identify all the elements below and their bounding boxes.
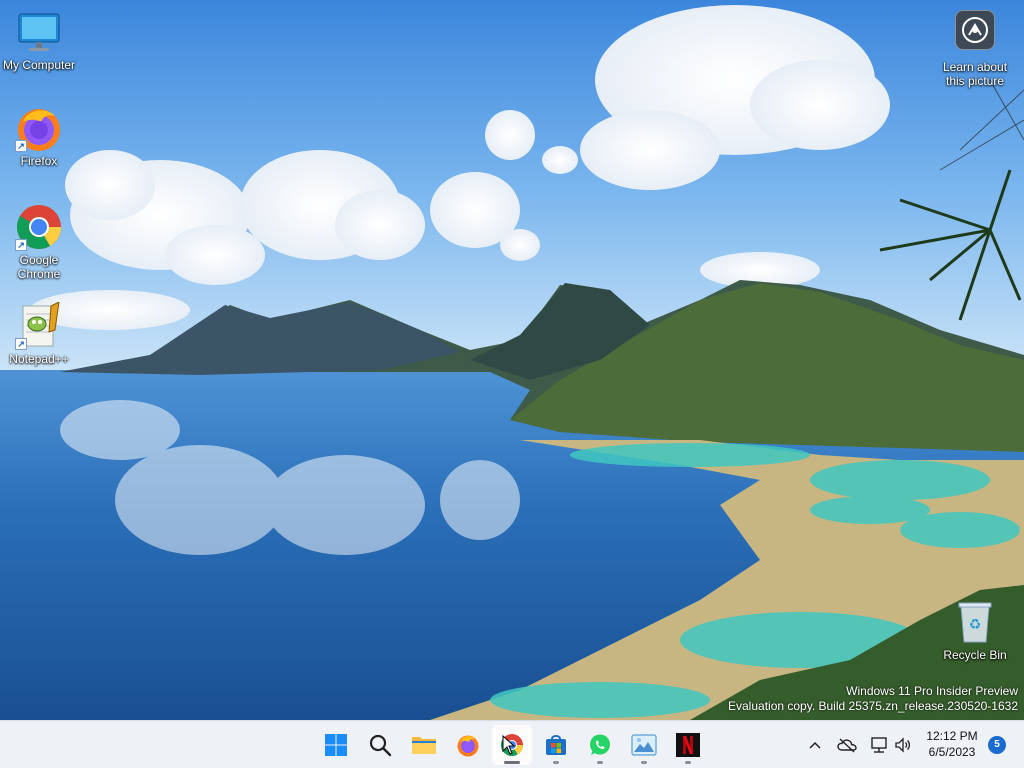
notepadpp-icon: ↗ <box>15 301 63 350</box>
watermark-line1: Windows 11 Pro Insider Preview <box>846 684 1018 698</box>
learn-about-label: Learn about this picture <box>942 60 1008 88</box>
taskbar-photos[interactable] <box>624 725 664 765</box>
cloud-off-icon <box>837 738 857 753</box>
running-indicator <box>504 761 520 764</box>
taskbar-whatsapp[interactable] <box>580 725 620 765</box>
shortcut-arrow-icon: ↗ <box>15 140 27 152</box>
camera-icon <box>955 10 995 50</box>
desktop-icon-label: Recycle Bin <box>943 648 1007 662</box>
network-icon <box>871 737 887 753</box>
desktop-icon-label: Firefox <box>20 154 58 168</box>
running-indicator <box>597 761 603 764</box>
monitor-icon <box>15 8 63 56</box>
chevron-up-icon <box>809 741 821 749</box>
watermark-line2: Evaluation copy. Build 25375.zn_release.… <box>728 699 1018 713</box>
desktop-icon-google-chrome[interactable]: ↗ Google Chrome <box>0 203 78 281</box>
network-tray-button[interactable] <box>868 733 890 757</box>
desktop-icon-label: Notepad++ <box>9 352 69 366</box>
firefox-icon <box>457 735 479 757</box>
chrome-icon: ↗ <box>15 203 63 251</box>
taskbar-start-button[interactable] <box>316 725 356 765</box>
desktop-icon-notepadpp[interactable]: ↗ Notepad++ <box>0 301 78 366</box>
running-indicator <box>641 761 647 764</box>
taskbar-netflix[interactable] <box>668 725 708 765</box>
taskbar-search-button[interactable] <box>360 725 400 765</box>
taskbar-firefox[interactable] <box>448 725 488 765</box>
volume-icon <box>895 737 911 753</box>
shortcut-arrow-icon: ↗ <box>15 239 27 251</box>
whatsapp-icon <box>590 734 610 755</box>
desktop-icon-label: My Computer <box>2 58 76 72</box>
clock-time: 12:12 PM <box>926 729 978 743</box>
desktop-icon-recycle-bin[interactable]: ♻ Recycle Bin <box>936 598 1014 662</box>
desktop-icon-my-computer[interactable]: My Computer <box>0 8 78 72</box>
folder-icon <box>412 737 436 754</box>
mouse-cursor-icon <box>502 735 516 755</box>
firefox-icon: ↗ <box>15 104 63 152</box>
evaluation-watermark: Windows 11 Pro Insider Preview Evaluatio… <box>728 684 1018 714</box>
running-indicator <box>553 761 559 764</box>
svg-text:♻: ♻ <box>969 617 982 633</box>
desktop[interactable]: My Computer ↗ Firefox ↗ Google Chrome ↗ … <box>0 0 1024 720</box>
show-hidden-icons-button[interactable] <box>804 733 826 757</box>
volume-tray-button[interactable] <box>892 733 914 757</box>
netflix-icon <box>676 733 700 757</box>
windows-start-icon <box>325 734 347 756</box>
notification-badge[interactable]: 5 <box>988 736 1006 754</box>
clock-date: 6/5/2023 <box>928 745 976 759</box>
onedrive-tray-button[interactable] <box>836 733 858 757</box>
recycle-bin-icon: ♻ <box>951 598 999 646</box>
taskbar-clock[interactable]: 12:12 PM 6/5/2023 <box>920 728 984 760</box>
taskbar-file-explorer[interactable] <box>404 725 444 765</box>
shortcut-arrow-icon: ↗ <box>15 338 27 350</box>
taskbar-store[interactable] <box>536 725 576 765</box>
wallpaper <box>0 0 1024 720</box>
store-icon <box>546 735 566 755</box>
search-icon <box>369 734 392 757</box>
learn-about-picture[interactable]: Learn about this picture <box>934 10 1016 88</box>
running-indicator <box>685 761 691 764</box>
desktop-icon-label: Google Chrome <box>17 253 61 281</box>
desktop-icon-firefox[interactable]: ↗ Firefox <box>0 104 78 168</box>
photos-icon <box>631 734 657 756</box>
